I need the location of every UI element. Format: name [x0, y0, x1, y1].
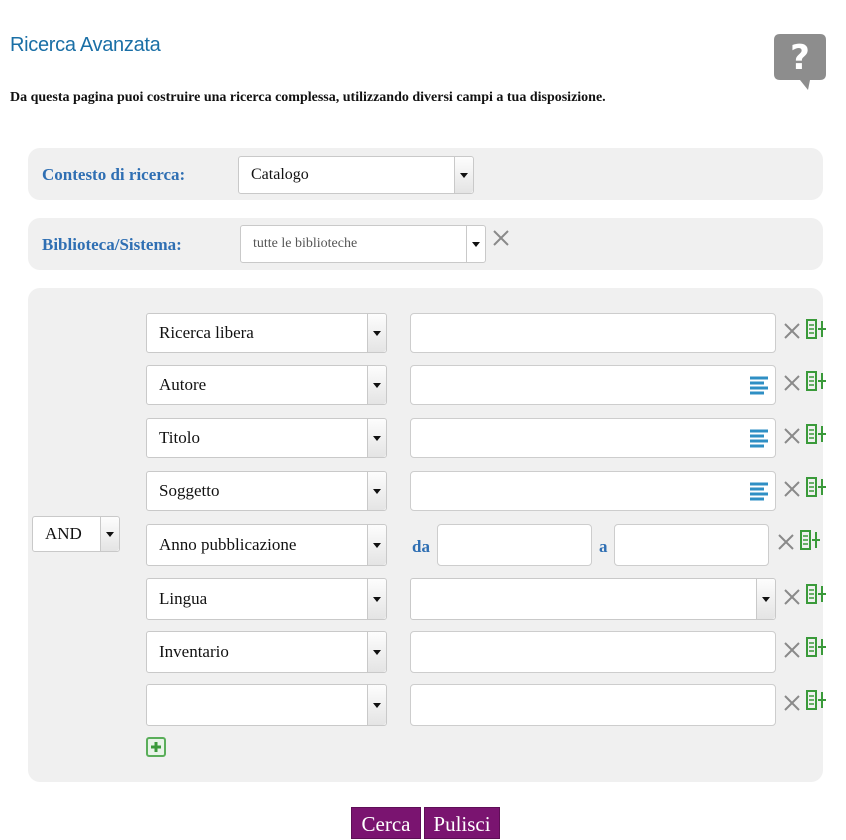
field-select-row-5[interactable]: Anno pubblicazione	[146, 524, 387, 566]
help-icon[interactable]: ?	[770, 30, 828, 92]
clear-row-icon[interactable]	[783, 427, 801, 445]
context-select-value: Catalogo	[251, 166, 309, 183]
library-label: Biblioteca/Sistema:	[42, 235, 182, 254]
search-input-row-8[interactable]	[410, 684, 776, 726]
language-select[interactable]	[410, 578, 776, 620]
clear-row-icon[interactable]	[783, 588, 801, 606]
library-select[interactable]: tutte le biblioteche	[240, 225, 486, 263]
field-select-value: Lingua	[159, 589, 208, 608]
field-select-value: Titolo	[159, 428, 200, 447]
chevron-down-icon	[756, 579, 775, 619]
add-row-below-icon[interactable]	[806, 690, 828, 710]
field-select-row-4[interactable]: Soggetto	[146, 471, 387, 511]
clear-library-icon[interactable]	[492, 229, 510, 247]
year-from-label: da	[412, 537, 430, 556]
context-select[interactable]: Catalogo	[238, 156, 474, 194]
field-select-value: Inventario	[159, 642, 229, 661]
chevron-down-icon	[367, 366, 386, 404]
field-select-value: Soggetto	[159, 481, 220, 500]
year-to-label: a	[599, 537, 608, 556]
intro-text: Da questa pagina puoi costruire una rice…	[10, 90, 606, 105]
search-input-row-7[interactable]	[410, 631, 776, 673]
clear-button[interactable]: Pulisci	[424, 807, 500, 839]
chevron-down-icon	[367, 685, 386, 725]
field-select-row-8[interactable]	[146, 684, 387, 726]
operator-select-value: AND	[45, 524, 82, 543]
chevron-down-icon	[367, 525, 386, 565]
year-to-input[interactable]	[614, 524, 769, 566]
search-input-row-3[interactable]	[410, 418, 776, 458]
index-list-icon[interactable]	[748, 428, 770, 448]
year-from-input[interactable]	[437, 524, 592, 566]
context-label: Contesto di ricerca:	[42, 165, 186, 184]
chevron-down-icon	[466, 226, 485, 262]
add-row-below-icon[interactable]	[806, 319, 828, 339]
svg-text:?: ?	[790, 38, 810, 78]
chevron-down-icon	[367, 579, 386, 619]
field-select-value: Ricerca libera	[159, 323, 254, 342]
clear-row-icon[interactable]	[783, 480, 801, 498]
add-row-below-icon[interactable]	[806, 371, 828, 391]
operator-select[interactable]: AND	[32, 516, 120, 552]
field-select-row-7[interactable]: Inventario	[146, 631, 387, 673]
page-title: Ricerca Avanzata	[10, 34, 161, 56]
search-button[interactable]: Cerca	[351, 807, 421, 839]
chevron-down-icon	[367, 472, 386, 510]
field-select-row-6[interactable]: Lingua	[146, 578, 387, 620]
clear-row-icon[interactable]	[783, 641, 801, 659]
chevron-down-icon	[367, 632, 386, 672]
add-row-below-icon[interactable]	[806, 584, 828, 604]
index-list-icon[interactable]	[748, 375, 770, 395]
search-input-row-4[interactable]	[410, 471, 776, 511]
chevron-down-icon	[367, 419, 386, 457]
clear-row-icon[interactable]	[783, 322, 801, 340]
field-select-row-1[interactable]: Ricerca libera	[146, 313, 387, 353]
field-select-value: Autore	[159, 375, 207, 394]
field-select-row-2[interactable]: Autore	[146, 365, 387, 405]
chevron-down-icon	[367, 314, 386, 352]
clear-row-icon[interactable]	[783, 374, 801, 392]
chevron-down-icon	[454, 157, 473, 193]
search-input-row-2[interactable]	[410, 365, 776, 405]
chevron-down-icon	[100, 517, 119, 551]
clear-row-icon[interactable]	[783, 694, 801, 712]
library-select-value: tutte le biblioteche	[253, 236, 358, 251]
add-row-below-icon[interactable]	[800, 530, 822, 550]
add-row-below-icon[interactable]	[806, 424, 828, 444]
add-row-below-icon[interactable]	[806, 477, 828, 497]
add-row-icon[interactable]	[146, 737, 166, 757]
add-row-below-icon[interactable]	[806, 637, 828, 657]
search-input-row-1[interactable]	[410, 313, 776, 353]
field-select-value: Anno pubblicazione	[159, 535, 297, 554]
index-list-icon[interactable]	[748, 481, 770, 501]
field-select-row-3[interactable]: Titolo	[146, 418, 387, 458]
clear-row-icon[interactable]	[777, 533, 795, 551]
